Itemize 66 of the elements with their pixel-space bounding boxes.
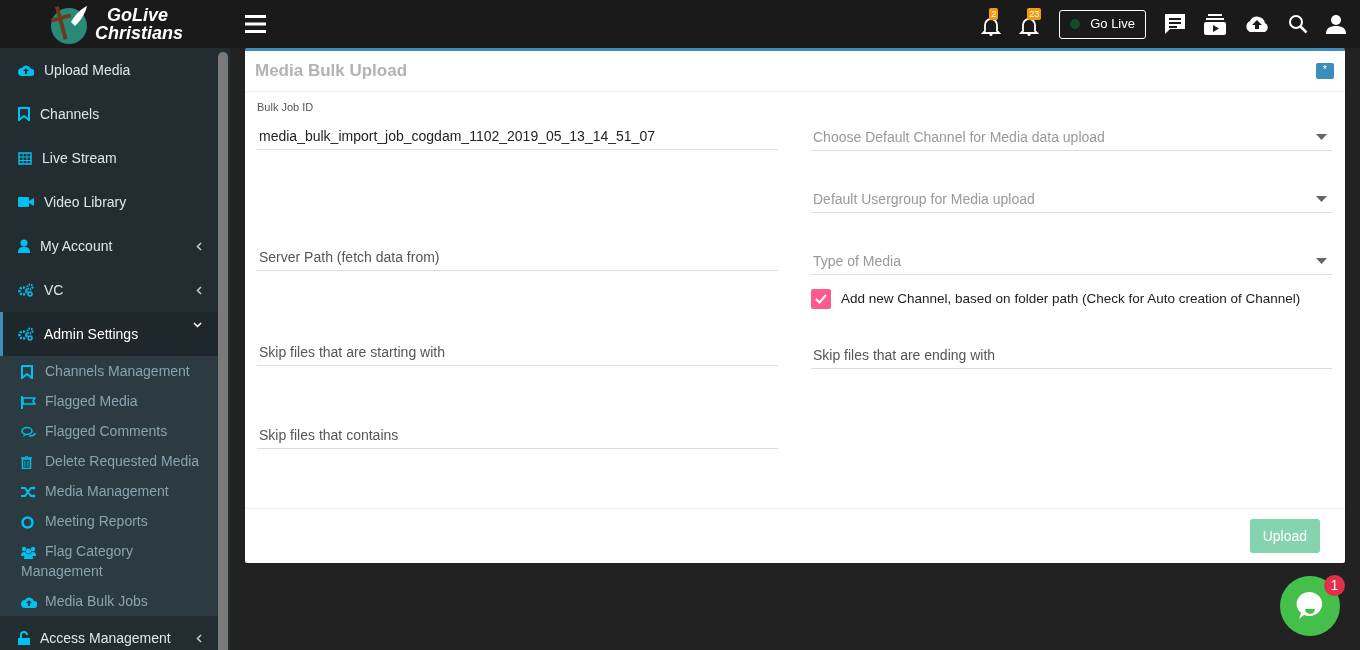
input-field[interactable]: Skip files that are starting with [257,338,778,366]
bell-icon[interactable] [981,16,1002,36]
cloud-upload-icon[interactable] [1244,14,1270,34]
logo-text: Christians [95,24,183,42]
bookmark-icon [18,107,30,121]
search-icon[interactable] [1288,14,1308,34]
go-live-button[interactable]: Go Live [1059,9,1146,39]
cloud-upload-icon [18,64,34,76]
chat-widget-button[interactable] [1280,576,1340,636]
submenu-item[interactable]: Flagged Comments [0,416,218,446]
submenu-item[interactable]: Flag Category Management [0,536,218,586]
speech-bubble-icon [1295,591,1325,621]
collapse-button[interactable]: * [1316,63,1334,79]
input-field[interactable]: Skip files that are ending with [811,341,1332,369]
submenu-item[interactable]: Flagged Media [0,386,218,416]
users-icon [21,545,36,559]
sidebar-item[interactable]: My Account [0,224,218,268]
cloud-upload-icon [21,596,37,609]
shuffle-icon [21,486,36,499]
notification-count: 2 [989,8,999,20]
comments-icon [21,425,36,439]
checkmark-icon [815,294,827,304]
sidebar-item[interactable]: Live Stream [0,136,218,180]
field-label: Bulk Job ID [257,100,315,114]
select-field[interactable]: Choose Default Channel for Media data upload [811,123,1332,151]
video-camera-icon [18,196,34,208]
submenu-item[interactable]: Meeting Reports [0,506,218,536]
flag-icon [21,395,36,409]
logo-text: GoLive [106,6,169,24]
submenu-item[interactable]: Media Management [0,476,218,506]
sidebar-item[interactable]: Video Library [0,180,218,224]
sidebar-item[interactable]: Channels [0,92,218,136]
dropdown-caret-icon [1316,134,1327,140]
circle-icon [21,515,34,529]
video-playlist-icon[interactable] [1204,13,1226,35]
submenu-item[interactable]: Delete Requested Media [0,446,218,476]
select-field[interactable]: Default Usergroup for Media upload [811,185,1332,213]
sidebar-item[interactable]: Upload Media [0,48,218,92]
scrollbar[interactable] [218,52,228,650]
dropdown-caret-icon [1316,196,1327,202]
submenu-item[interactable]: Channels Management [0,356,218,386]
card-title: Media Bulk Upload [255,60,408,83]
trash-icon [21,455,32,469]
input-field[interactable]: Server Path (fetch data from) [257,243,778,271]
input-field[interactable]: media_bulk_import_job_cogdam_1102_2019_05_13_14_51_07 [257,122,778,150]
chat-icon[interactable] [1164,13,1186,35]
user-icon [18,239,30,253]
sidebar-item[interactable]: VC [0,268,218,312]
submenu-item[interactable]: Media Bulk Jobs [0,586,218,616]
calendar-icon [18,151,32,165]
sidebar-item[interactable]: Access Management [0,616,218,650]
menu-icon[interactable] [245,15,266,33]
gears-icon [18,283,34,297]
gears-icon [18,327,34,341]
notification-count: 23 [1027,8,1042,20]
dropdown-caret-icon [1316,258,1327,264]
notification-badge: 1 [1324,575,1345,596]
checkbox-label: Add new Channel, based on folder path (Check for Auto creation of Channel) [841,289,1301,308]
bookmark-icon [21,365,33,380]
select-field[interactable]: Type of Media [811,247,1332,275]
unlock-icon [18,631,30,645]
user-icon[interactable] [1326,14,1346,34]
bell-icon[interactable] [1019,16,1040,36]
sidebar-item[interactable]: Admin Settings [0,312,218,356]
input-field[interactable]: Skip files that contains [257,421,778,449]
checkbox[interactable] [811,289,831,309]
